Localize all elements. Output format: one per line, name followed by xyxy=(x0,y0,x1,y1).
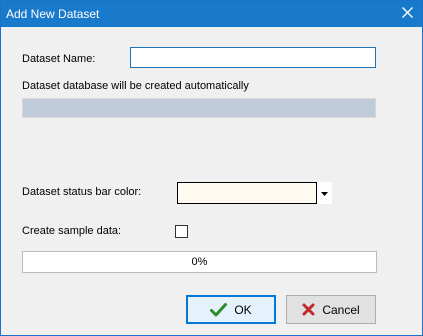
close-button[interactable] xyxy=(392,1,422,27)
dropdown-arrow-icon xyxy=(321,187,328,199)
title-bar: Add New Dataset xyxy=(1,1,422,27)
ok-button[interactable]: OK xyxy=(186,295,276,324)
check-icon xyxy=(210,302,228,317)
dataset-name-label: Dataset Name: xyxy=(22,53,96,65)
x-icon xyxy=(302,303,315,316)
ok-button-label: OK xyxy=(234,302,252,317)
cancel-button-label: Cancel xyxy=(322,302,360,317)
close-icon xyxy=(401,7,413,21)
add-dataset-dialog: Add New Dataset Dataset Name: Dataset da… xyxy=(0,0,423,336)
progress-percentage: 0% xyxy=(191,256,208,268)
status-bar-color-label: Dataset status bar color: xyxy=(22,186,142,198)
database-path-field xyxy=(22,98,376,118)
database-note-label: Dataset database will be created automat… xyxy=(22,80,249,92)
window-title: Add New Dataset xyxy=(6,7,100,21)
color-dropdown-button[interactable] xyxy=(317,182,332,204)
create-sample-data-checkbox[interactable] xyxy=(175,225,188,238)
dataset-name-input[interactable] xyxy=(130,47,376,68)
progress-bar: 0% xyxy=(22,251,377,273)
cancel-button[interactable]: Cancel xyxy=(286,295,376,324)
create-sample-data-label: Create sample data: xyxy=(22,225,122,237)
status-bar-color-swatch[interactable] xyxy=(177,182,317,204)
